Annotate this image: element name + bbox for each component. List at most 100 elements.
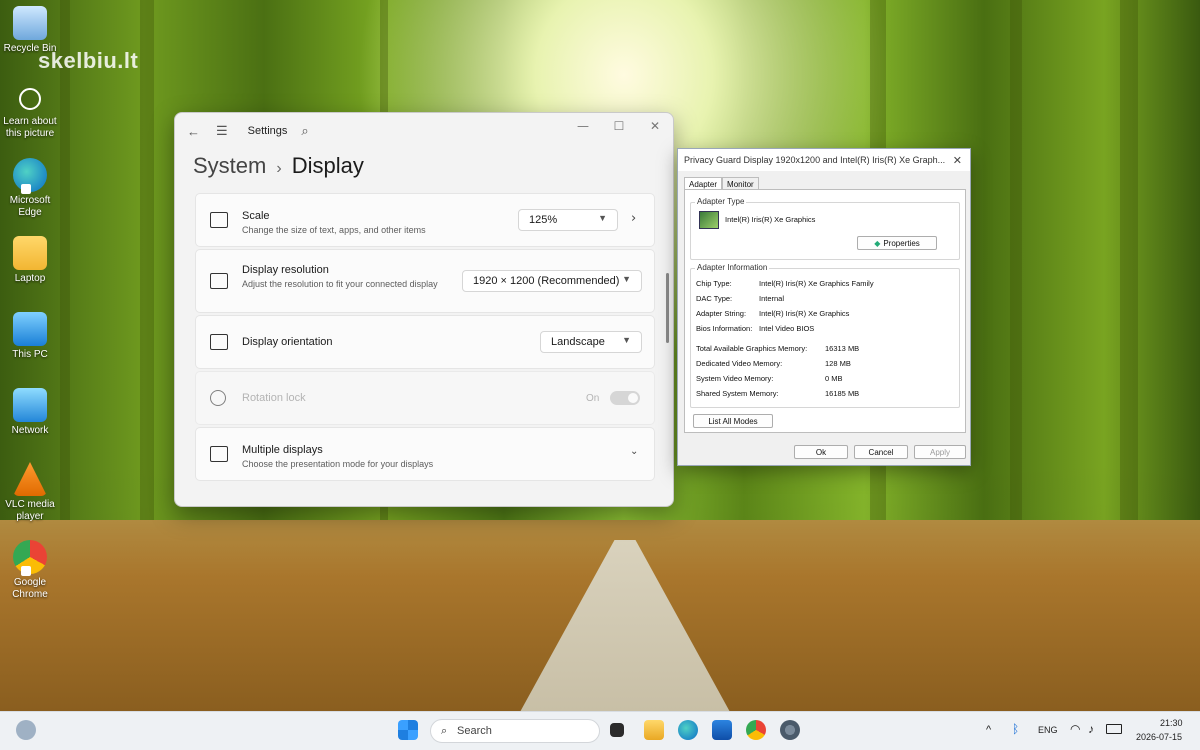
maximize-icon[interactable]: ☐ (601, 119, 637, 133)
search-icon[interactable]: ⌕ (301, 123, 308, 139)
hamburger-menu-icon[interactable]: ☰ (216, 123, 228, 139)
battery-icon[interactable] (1106, 724, 1122, 734)
desktop-icon-label: Recycle Bin (3, 43, 57, 54)
scrollbar[interactable] (666, 273, 669, 343)
desktop-icon-chrome[interactable]: Google Chrome (0, 540, 60, 601)
adapter-information-group: Adapter Information Chip Type: Intel(R) … (690, 263, 960, 408)
settings-title: Settings (247, 125, 288, 137)
resolution-value: 1920 × 1200 (Recommended) (473, 275, 620, 287)
chevron-down-icon[interactable]: ⌄ (630, 446, 638, 457)
info-value: Internal (759, 294, 785, 303)
breadcrumb-system[interactable]: System (193, 153, 266, 178)
desktop-icon-label: Learn about this picture (3, 116, 57, 139)
desktop-icon-learn-picture[interactable]: Learn about this picture (0, 88, 60, 140)
widgets-icon[interactable] (16, 720, 36, 740)
taskbar: ⌕ Search ^ ᛒ ENG ◠ ♪ 21:30 2026-07-15 (0, 711, 1200, 750)
breadcrumb-chevron-icon: › (276, 160, 282, 177)
memory-key: System Video Memory: (696, 374, 774, 383)
start-windows-icon[interactable] (398, 720, 418, 740)
clock-time[interactable]: 21:30 (1160, 718, 1183, 728)
back-arrow-icon[interactable]: ← (187, 124, 200, 139)
edge-icon (13, 158, 47, 194)
chrome-icon[interactable] (746, 720, 766, 740)
properties-button[interactable]: ◆ Properties (857, 236, 937, 250)
resolution-label: Display resolution (242, 264, 329, 276)
multiple-displays-card[interactable]: Multiple displays Choose the presentatio… (195, 427, 655, 481)
memory-key: Shared System Memory: (696, 389, 779, 398)
orientation-dropdown[interactable]: Landscape ▼ (540, 331, 642, 353)
close-icon[interactable]: ✕ (637, 119, 673, 133)
orientation-value: Landscape (551, 336, 605, 348)
rotation-lock-label: Rotation lock (242, 392, 306, 404)
desktop-icon-edge[interactable]: Microsoft Edge (0, 158, 60, 219)
taskbar-search[interactable]: ⌕ Search (430, 719, 600, 743)
dialog-title: Privacy Guard Display 1920x1200 and Inte… (684, 155, 946, 165)
adapter-information-heading: Adapter Information (695, 263, 770, 272)
chevron-down-icon: ▼ (598, 213, 607, 223)
chevron-right-icon[interactable]: › (631, 211, 636, 226)
ok-button[interactable]: Ok (794, 445, 848, 459)
info-value: Intel(R) Iris(R) Xe Graphics Family (759, 279, 874, 288)
properties-button-label: Properties (883, 238, 920, 248)
apply-button[interactable]: Apply (914, 445, 966, 459)
desktop-icon-label: Microsoft Edge (9, 195, 51, 218)
info-key: Chip Type: (696, 279, 732, 288)
desktop-icon-label: This PC (12, 349, 48, 360)
info-key: Adapter String: (696, 309, 747, 318)
cancel-button[interactable]: Cancel (854, 445, 908, 459)
resolution-dropdown[interactable]: 1920 × 1200 (Recommended) ▼ (462, 270, 642, 292)
monitor-icon (13, 312, 47, 346)
chrome-icon (13, 540, 47, 576)
scale-dropdown[interactable]: 125% ▼ (518, 209, 618, 231)
rotation-lock-state: On (586, 393, 600, 404)
scale-value: 125% (529, 214, 558, 226)
orientation-icon (210, 334, 228, 350)
task-view-icon[interactable] (610, 723, 624, 737)
display-orientation-card: Display orientation Landscape ▼ (195, 315, 655, 369)
search-placeholder: Search (457, 725, 492, 737)
chevron-down-icon: ▼ (622, 335, 631, 345)
adapter-name: Intel(R) Iris(R) Xe Graphics (725, 215, 816, 224)
store-icon[interactable] (712, 720, 732, 740)
bluetooth-icon[interactable]: ᛒ (1012, 722, 1019, 736)
close-icon[interactable]: ✕ (953, 154, 962, 167)
desktop-icon-this-pc[interactable]: This PC (0, 312, 60, 361)
desktop-icon-label: Network (11, 425, 49, 436)
multiple-displays-description: Choose the presentation mode for your di… (242, 459, 434, 469)
memory-value: 16313 MB (825, 344, 860, 353)
desktop-icon-laptop[interactable]: Laptop (0, 236, 60, 285)
desktop-icon-label: VLC media player (5, 499, 55, 522)
rotation-lock-card: Rotation lock On (195, 371, 655, 425)
rotation-lock-toggle[interactable] (610, 391, 640, 405)
wifi-icon[interactable]: ◠ (1070, 722, 1080, 736)
info-value: Intel Video BIOS (759, 324, 815, 333)
settings-gear-icon[interactable] (780, 720, 800, 740)
file-explorer-icon[interactable] (644, 720, 664, 740)
memory-value: 16185 MB (825, 389, 860, 398)
memory-key: Total Available Graphics Memory: (696, 344, 808, 353)
language-indicator[interactable]: ENG (1038, 725, 1058, 735)
folder-user-icon (13, 236, 47, 270)
breadcrumb: System › Display (175, 149, 673, 183)
minimize-icon[interactable]: — (565, 119, 601, 133)
chevron-up-icon[interactable]: ^ (986, 724, 991, 736)
scale-label: Scale (242, 210, 270, 222)
clock-date[interactable]: 2026-07-15 (1136, 732, 1182, 742)
desktop-icon-label: Laptop (14, 273, 46, 284)
volume-icon[interactable]: ♪ (1088, 722, 1094, 736)
scale-icon (210, 212, 228, 228)
desktop-icon-recycle-bin[interactable]: Recycle Bin (0, 6, 60, 55)
recycle-bin-icon (13, 6, 47, 40)
network-icon (13, 388, 47, 422)
desktop-icon-network[interactable]: Network (0, 388, 60, 437)
learn-picture-icon (19, 88, 41, 110)
shield-icon: ◆ (874, 238, 881, 248)
memory-value: 128 MB (825, 359, 851, 368)
edge-icon[interactable] (678, 720, 698, 740)
scale-card[interactable]: Scale Change the size of text, apps, and… (195, 193, 655, 247)
multiple-displays-label: Multiple displays (242, 444, 323, 456)
desktop-icon-vlc[interactable]: VLC media player (0, 462, 60, 523)
settings-window: ← ☰ Settings ⌕ — ☐ ✕ System › Display Scal… (174, 112, 674, 507)
list-all-modes-button[interactable]: List All Modes (693, 414, 773, 428)
dialog-titlebar: Privacy Guard Display 1920x1200 and Inte… (678, 149, 970, 171)
